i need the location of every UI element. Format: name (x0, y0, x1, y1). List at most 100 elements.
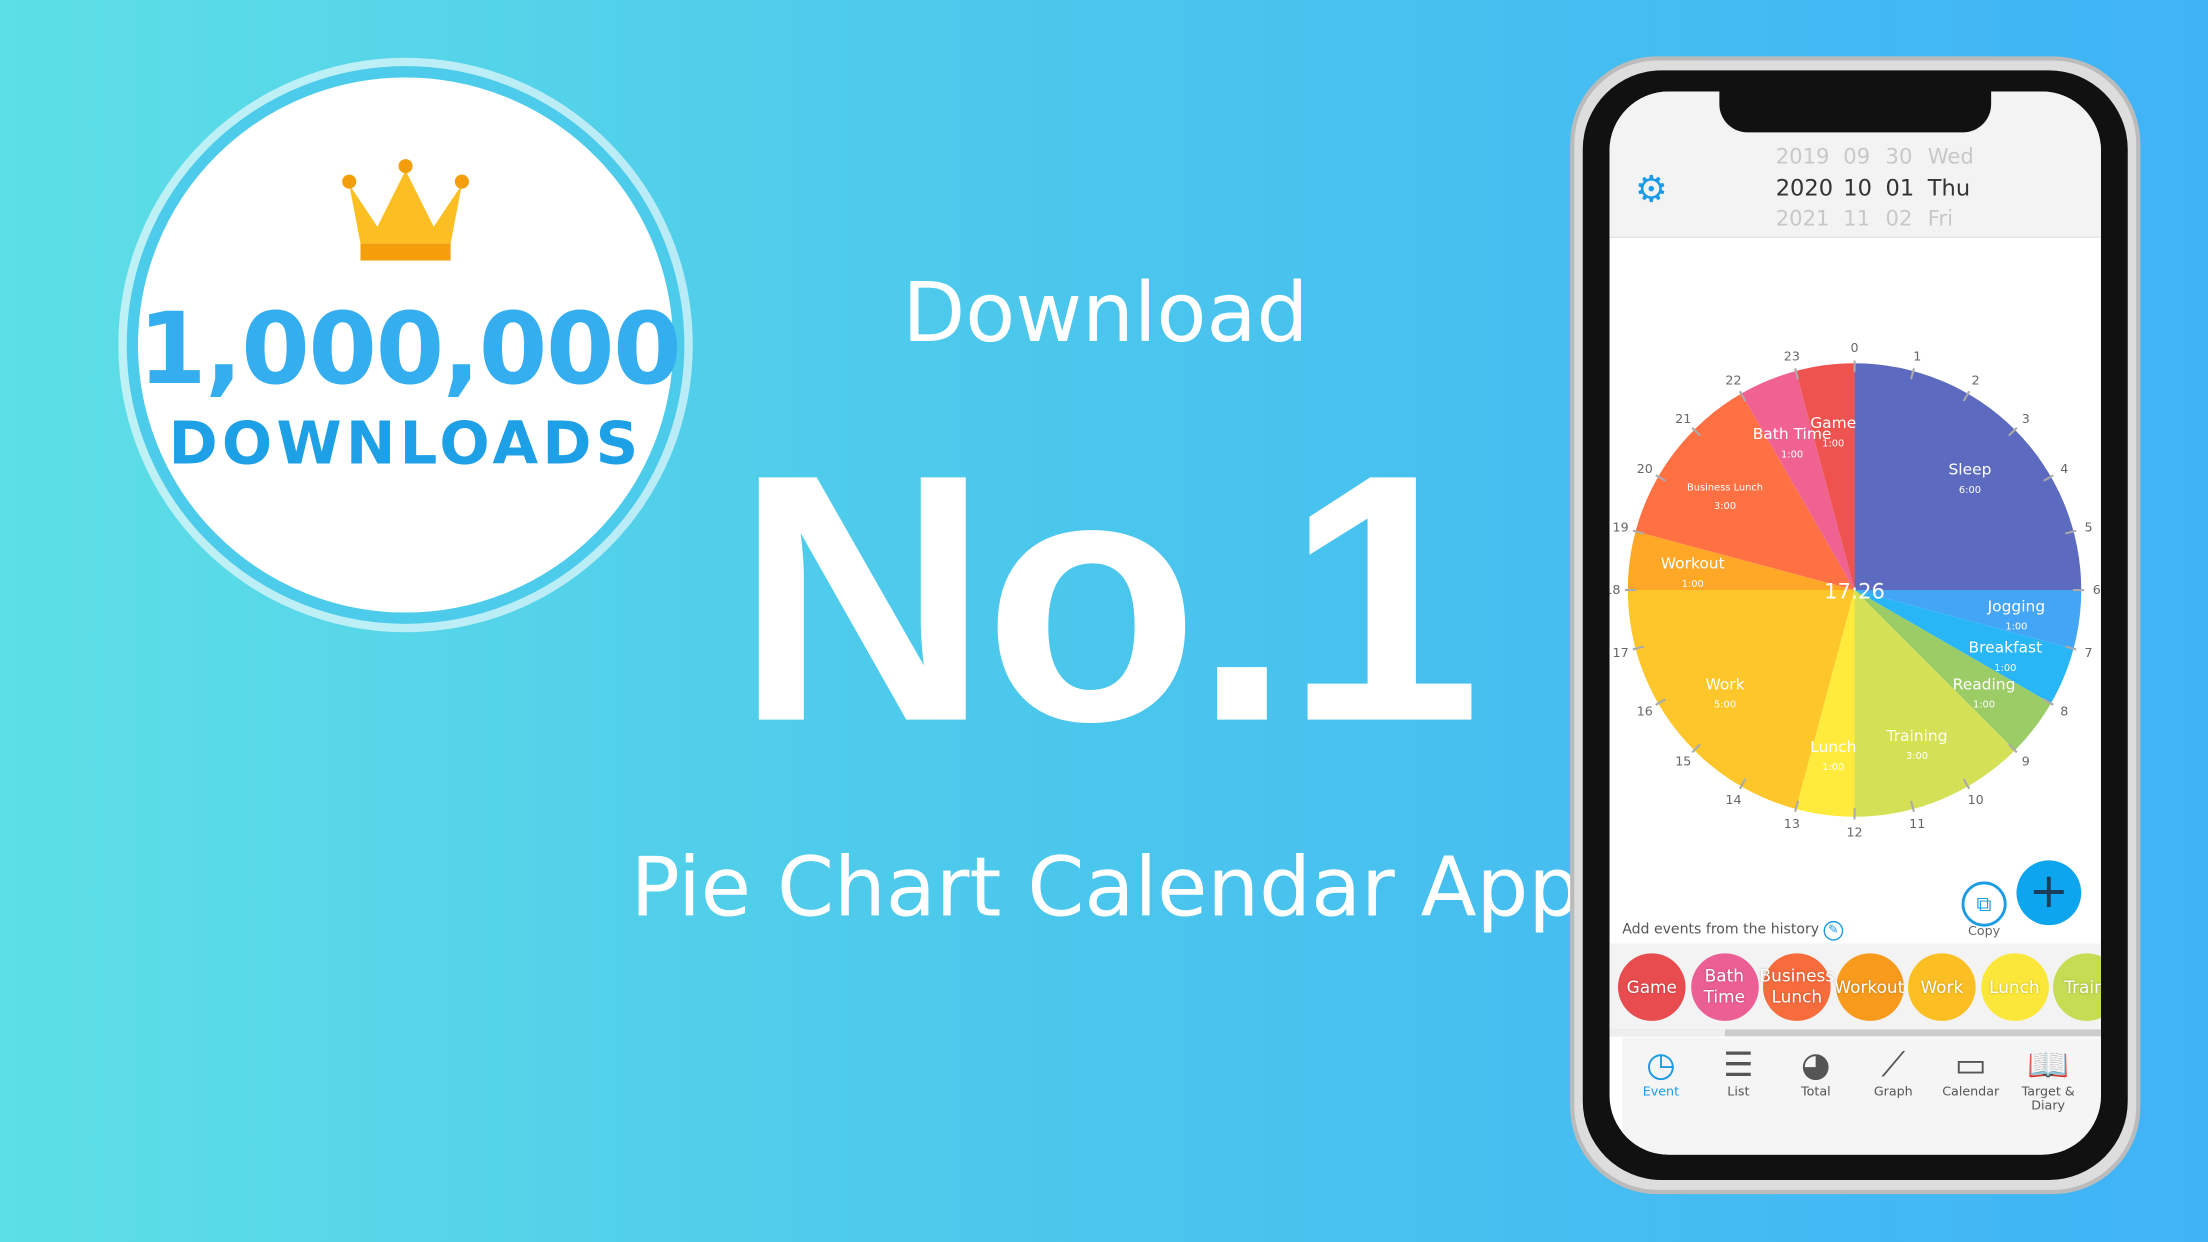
history-label[interactable]: Add events from the history ✎ (1622, 920, 1844, 941)
history-text: Add events from the history (1622, 922, 1820, 938)
history-chip[interactable]: Traini (2053, 953, 2101, 1021)
tab-label: List (1727, 1085, 1750, 1100)
hour-label: 19 (1613, 520, 1629, 535)
date-cell[interactable]: 2020 (1776, 175, 1833, 202)
hour-label: 23 (1784, 348, 1800, 363)
segment-label[interactable]: Work (1705, 675, 1744, 693)
hour-label: 2 (1972, 372, 1980, 387)
tab-label: Event (1642, 1085, 1680, 1100)
chips-scrollbar[interactable] (1609, 1029, 2101, 1037)
date-cell[interactable]: 11 (1843, 206, 1870, 231)
history-chip[interactable]: Work (1908, 953, 1976, 1021)
hour-label: 5 (2084, 520, 2092, 535)
hour-label: 22 (1725, 372, 1741, 387)
tab-total[interactable]: ◕ Total (1777, 1038, 1854, 1155)
date-cell[interactable]: 30 (1886, 144, 1913, 169)
pie-icon: ◕ (1801, 1044, 1831, 1085)
history-chip[interactable]: Lunch (1980, 953, 2049, 1021)
calendar-icon: ▭ (1954, 1044, 1987, 1085)
tab-label: Graph (1873, 1085, 1913, 1100)
segment-label[interactable]: Workout (1661, 555, 1725, 573)
segment-label[interactable]: Game (1810, 414, 1856, 432)
hour-label: 14 (1725, 792, 1741, 807)
promo-banner: 1,000,000 DOWNLOADS Download No.1 Pie Ch… (0, 0, 2208, 1242)
history-chip[interactable]: Game (1617, 953, 1686, 1021)
history-chip[interactable]: Workout (1834, 953, 1905, 1021)
hour-label: 17 (1613, 645, 1629, 660)
tab-label: Calendar (1942, 1085, 2000, 1100)
tab-label: Target & Diary (2021, 1085, 2075, 1114)
chip-label: Bath Time (1703, 965, 1745, 1007)
add-event-button[interactable]: + (2016, 860, 2082, 926)
book-icon: 📖 (2027, 1044, 2070, 1085)
chip-label: Business Lunch (1759, 965, 1835, 1007)
segment-duration[interactable]: 1:00 (1822, 438, 1844, 449)
segment-duration[interactable]: 3:00 (1906, 751, 1928, 762)
date-cell[interactable]: Fri (1928, 206, 1953, 231)
history-chips: Game Bath Time Business Lunch Workout Work Lu… (1609, 943, 2101, 1033)
chip-label: Traini (2064, 976, 2101, 997)
hour-label: 0 (1851, 340, 1859, 355)
chip-label: Work (1920, 976, 1964, 997)
tab-label: Total (1801, 1085, 1831, 1100)
date-cell[interactable]: 01 (1886, 175, 1915, 202)
hour-label: 9 (2022, 754, 2030, 769)
chip-label: Workout (1834, 976, 1905, 997)
segment-duration[interactable]: 1:00 (1682, 579, 1704, 590)
segment-label[interactable]: Business Lunch (1687, 483, 1763, 494)
chip-label: Game (1626, 976, 1677, 997)
gear-icon[interactable]: ⚙ (1635, 169, 1668, 211)
hour-label: 3 (2022, 411, 2030, 426)
segment-label[interactable]: Sleep (1948, 461, 1991, 479)
tab-target-diary[interactable]: 📖 Target & Diary (2009, 1038, 2086, 1155)
segment-duration[interactable]: 1:00 (1781, 450, 1803, 461)
segment-duration[interactable]: 3:00 (1714, 501, 1736, 512)
segment-label[interactable]: Lunch (1810, 738, 1856, 756)
segment-duration[interactable]: 5:00 (1714, 700, 1736, 711)
download-heading: Download (902, 264, 1309, 361)
segment-label[interactable]: Breakfast (1969, 638, 2043, 656)
tab-graph[interactable]: ⟋ Graph (1855, 1038, 1932, 1155)
hour-label: 4 (2060, 461, 2068, 476)
hour-label: 18 (1610, 582, 1621, 597)
hour-label: 7 (2084, 645, 2092, 660)
segment-duration[interactable]: 6:00 (1959, 485, 1981, 496)
current-time: 17:26 (1824, 578, 1885, 603)
rank-heading: No.1 (735, 401, 1481, 795)
history-chip[interactable]: Bath Time (1690, 953, 1759, 1021)
date-cell[interactable]: 02 (1886, 206, 1913, 231)
copy-icon[interactable]: ⧉ (1961, 881, 2007, 927)
tab-bar: ◷ Event ☰ List ◕ Total ⟋ Graph ▭ Calendar 📖 Target … (1622, 1037, 2101, 1155)
app-subtitle: Pie Chart Calendar App (630, 839, 1581, 936)
history-chip[interactable]: Business Lunch (1760, 953, 1834, 1021)
date-cell[interactable]: 2019 (1776, 144, 1830, 169)
hour-label: 16 (1637, 703, 1653, 718)
segment-label[interactable]: Training (1885, 727, 1947, 745)
hour-label: 1 (1913, 348, 1921, 363)
tab-list[interactable]: ☰ List (1700, 1038, 1777, 1155)
hour-label: 10 (1968, 792, 1984, 807)
segment-label[interactable]: Jogging (1987, 597, 2046, 615)
app-screen: ⚙ 2019 09 30 Wed 2020 10 01 Thu 2021 11 02 Fri 0123… (1609, 91, 2101, 1155)
phone-notch (1719, 87, 1992, 133)
date-cell[interactable]: 2021 (1776, 206, 1830, 231)
date-cell[interactable]: Thu (1928, 175, 1970, 202)
tab-event[interactable]: ◷ Event (1622, 1038, 1699, 1155)
date-cell[interactable]: 10 (1843, 175, 1872, 202)
list-icon: ☰ (1723, 1044, 1754, 1085)
hour-label: 15 (1675, 754, 1691, 769)
segment-duration[interactable]: 1:00 (2005, 622, 2027, 633)
tab-calendar[interactable]: ▭ Calendar (1932, 1038, 2009, 1155)
segment-label[interactable]: Reading (1953, 675, 2016, 693)
segment-duration[interactable]: 1:00 (1994, 663, 2016, 674)
hour-label: 11 (1909, 816, 1925, 831)
segment-duration[interactable]: 1:00 (1822, 762, 1844, 773)
graph-icon: ⟋ (1881, 1044, 1906, 1085)
pencil-icon[interactable]: ✎ (1823, 920, 1844, 941)
date-cell[interactable]: 09 (1843, 144, 1870, 169)
hour-label: 12 (1846, 824, 1862, 839)
segment-duration[interactable]: 1:00 (1973, 700, 1995, 711)
pie-chart[interactable]: 01234567891011121314151617181920212223Sl… (1610, 238, 2101, 858)
hour-label: 20 (1637, 461, 1653, 476)
date-cell[interactable]: Wed (1928, 144, 1974, 169)
